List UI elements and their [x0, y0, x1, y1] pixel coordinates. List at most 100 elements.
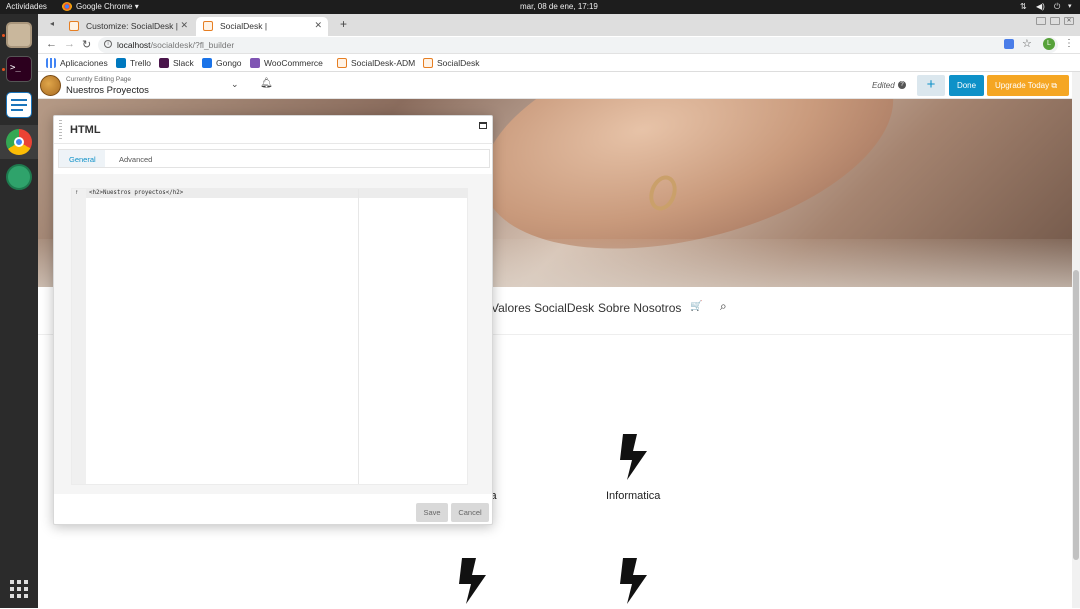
bookmark-label: Slack [173, 58, 194, 68]
code-editor[interactable]: f <h2>Nuestros proyectos</h2> [71, 188, 468, 485]
cart-icon[interactable]: 🛒 [690, 301, 702, 312]
scrollbar-thumb[interactable] [1073, 270, 1079, 560]
close-tab-icon[interactable]: ✕ [314, 20, 322, 31]
dialog-title: HTML [70, 124, 101, 136]
fold-icon[interactable]: f [76, 190, 77, 196]
back-icon[interactable]: ← [46, 38, 57, 50]
minimize-window-icon[interactable] [1036, 17, 1046, 25]
socialdesk-favicon [337, 58, 347, 68]
clock[interactable]: mar, 08 de ene, 17:19 [520, 2, 598, 11]
forward-icon[interactable]: → [64, 38, 75, 50]
woocommerce-icon [250, 58, 260, 68]
add-content-button[interactable]: + [917, 75, 945, 96]
builder-toolbar: Currently Editing Page Nuestros Proyecto… [38, 72, 1080, 99]
url-host: localhost [117, 40, 151, 50]
maximize-window-icon[interactable] [1050, 17, 1060, 25]
system-top-bar: Actividades Google Chrome ▾ mar, 08 de e… [0, 0, 1080, 14]
bookmark-slack[interactable]: Slack [159, 58, 194, 68]
tab-audio-icon[interactable]: ◂ [50, 19, 54, 28]
volume-icon[interactable]: ◀) [1036, 2, 1045, 11]
done-button[interactable]: Done [949, 75, 984, 96]
power-icon[interactable]: ⏻ [1054, 2, 1060, 12]
new-tab-icon[interactable]: + [340, 17, 347, 31]
bookmark-label: SocialDesk [437, 58, 480, 68]
nav-item[interactable]: Valores SocialDesk [491, 301, 594, 315]
bookmark-gongo[interactable]: Gongo [202, 58, 242, 68]
running-indicator [2, 34, 5, 37]
dialog-body: f <h2>Nuestros proyectos</h2> [54, 174, 492, 494]
chrome-icon[interactable] [6, 129, 32, 155]
activities-button[interactable]: Actividades [6, 2, 47, 11]
bookmark-trello[interactable]: Trello [116, 58, 151, 68]
tab-title: Customize: SocialDesk | [86, 21, 178, 31]
bookmarks-bar: Aplicaciones Trello Slack Gongo WooComme… [38, 54, 1080, 72]
bookmark-label: SocialDesk-ADM [351, 58, 416, 68]
apps-grid-icon [46, 58, 56, 68]
bookmark-label: WooCommerce [264, 58, 323, 68]
tab-socialdesk[interactable]: SocialDesk | ✕ [196, 17, 328, 36]
socialdesk-favicon [69, 21, 79, 31]
gongo-icon [202, 58, 212, 68]
reload-icon[interactable]: ↻ [82, 38, 91, 51]
upgrade-button[interactable]: Upgrade Today ⧉ [987, 75, 1069, 96]
app-menu[interactable]: Google Chrome ▾ [76, 2, 139, 11]
page-title[interactable]: Nuestros Proyectos [66, 85, 149, 96]
search-icon[interactable]: ⌕ [720, 299, 727, 314]
nav-item[interactable]: Sobre Nosotros [598, 301, 681, 315]
bolt-icon [619, 558, 649, 604]
bell-icon[interactable]: 🔔︎ [260, 78, 273, 89]
print-margin [358, 189, 359, 484]
dialog-header[interactable]: HTML [54, 116, 492, 144]
builder-logo[interactable] [40, 75, 61, 96]
bookmark-apps[interactable]: Aplicaciones [46, 58, 108, 68]
maximize-dialog-icon[interactable] [479, 122, 487, 129]
url-bar[interactable]: i localhost/socialdesk/?fl_builder [98, 37, 1058, 53]
running-indicator [2, 68, 5, 71]
external-link-icon: ⧉ [1051, 81, 1058, 90]
code-content[interactable]: <h2>Nuestros proyectos</h2> [89, 190, 183, 196]
tab-general[interactable]: General [59, 150, 105, 167]
chrome-menu-icon[interactable]: ⋮ [1064, 38, 1074, 49]
tab-customize[interactable]: Customize: SocialDesk | ✕ [62, 17, 194, 36]
bookmark-woocommerce[interactable]: WooCommerce [250, 58, 323, 68]
tab-advanced[interactable]: Advanced [109, 150, 162, 167]
profile-avatar[interactable]: L [1043, 38, 1055, 50]
address-row: ← → ↻ i localhost/socialdesk/?fl_builder… [38, 36, 1080, 54]
cancel-button[interactable]: Cancel [451, 503, 489, 522]
trello-icon [116, 58, 126, 68]
slack-icon [159, 58, 169, 68]
bookmark-label: Trello [130, 58, 151, 68]
translate-icon[interactable] [1004, 39, 1014, 49]
bookmark-socialdesk[interactable]: SocialDesk [423, 58, 480, 68]
url-path: /socialdesk/?fl_builder [150, 40, 235, 50]
bookmark-socialdesk-adm[interactable]: SocialDesk-ADM [337, 58, 415, 68]
tab-strip: ◂ Customize: SocialDesk | ✕ SocialDesk |… [38, 14, 1080, 36]
save-button[interactable]: Save [416, 503, 448, 522]
chrome-mini-icon [62, 2, 72, 11]
bolt-icon [458, 558, 488, 604]
socialdesk-favicon [203, 21, 213, 31]
html-module-dialog: HTML General Advanced f <h2>Nuestros pro… [53, 115, 493, 525]
drag-handle-icon[interactable] [59, 120, 62, 140]
system-menu-icon[interactable]: ▾ [1068, 2, 1072, 10]
files-icon[interactable] [6, 22, 32, 48]
close-tab-icon[interactable]: ✕ [180, 20, 188, 31]
atom-icon[interactable] [6, 164, 32, 190]
close-window-icon[interactable]: ✕ [1064, 17, 1074, 25]
writer-icon[interactable] [6, 92, 32, 118]
info-icon[interactable]: i [104, 40, 112, 48]
show-apps-icon[interactable] [10, 580, 28, 598]
edited-status: Edited [872, 81, 895, 90]
bolt-icon [619, 434, 649, 480]
editing-label: Currently Editing Page [66, 76, 132, 83]
page-scrollbar[interactable] [1072, 72, 1080, 608]
chevron-down-icon[interactable]: ⌄ [231, 79, 239, 90]
terminal-icon[interactable]: >_ [6, 56, 32, 82]
tab-title: SocialDesk | [220, 21, 268, 31]
bookmark-star-icon[interactable]: ☆ [1022, 37, 1032, 50]
help-icon[interactable]: ? [898, 81, 906, 89]
network-icon[interactable]: ⇅ [1020, 2, 1027, 11]
bookmark-label: Aplicaciones [60, 58, 108, 68]
editor-gutter: f [72, 189, 86, 484]
dock: >_ [0, 14, 38, 608]
